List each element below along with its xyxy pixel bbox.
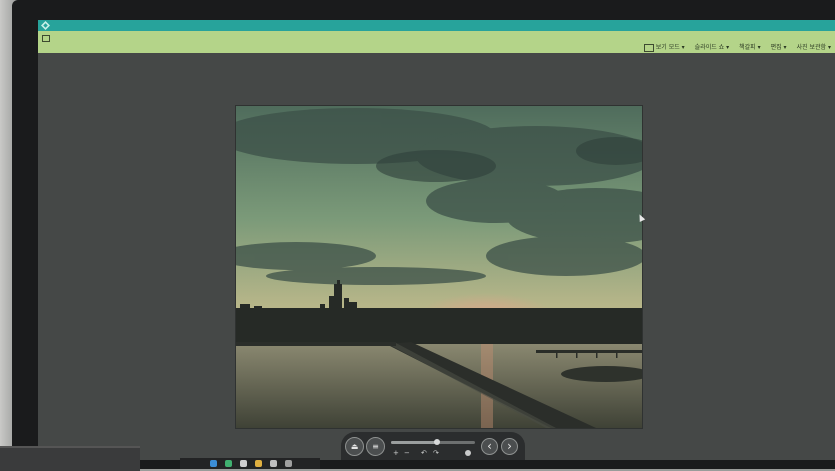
monitor-stand [0,446,140,471]
taskbar-app-icon[interactable] [240,460,247,467]
menu-view-mode[interactable]: 보기 모드 [643,43,685,53]
photo-viewer-image[interactable] [235,105,643,429]
taskbar-app-icon[interactable] [285,460,292,467]
app-logo-icon [41,21,50,30]
menu-button[interactable]: ≡ [366,437,385,456]
monitor-screen: 보기 모드 슬라이드 쇼 책갈피 편집 사진 보관함 [38,20,835,460]
eject-button[interactable]: ⏏ [345,437,364,456]
taskbar-app-icon[interactable] [225,460,232,467]
rotate-right-button[interactable]: ↷ [433,449,439,458]
fit-toggle[interactable] [465,450,471,456]
menu-bar: 보기 모드 슬라이드 쇼 책갈피 편집 사진 보관함 [38,31,835,53]
menu-bookmark[interactable]: 책갈피 [739,43,760,53]
previous-button[interactable]: ‹ [481,438,498,455]
menu-photo-library[interactable]: 사진 보관함 [797,43,831,53]
folder-icon [42,35,50,42]
viewer-toolbar: ⏏ ≡ + − ↶ ↷ ‹ › [341,432,525,460]
zoom-in-button[interactable]: + [393,449,399,458]
home-button[interactable] [42,34,52,44]
os-taskbar [180,458,320,469]
app-titlebar[interactable] [38,20,835,31]
zoom-out-button[interactable]: − [404,449,410,458]
taskbar-app-icon[interactable] [270,460,277,467]
zoom-slider-handle[interactable] [434,439,441,445]
taskbar-app-icon[interactable] [255,460,262,467]
menu-slideshow[interactable]: 슬라이드 쇼 [695,43,729,53]
menu-list: 보기 모드 슬라이드 쇼 책갈피 편집 사진 보관함 [643,43,831,53]
next-button[interactable]: › [501,438,518,455]
menu-edit[interactable]: 편집 [771,43,787,53]
zoom-slider[interactable] [391,439,475,445]
fullscreen-icon [643,43,654,52]
sunset-city-river-photo [236,106,642,428]
taskbar-app-icon[interactable] [210,460,217,467]
rotate-left-button[interactable]: ↶ [421,449,427,458]
zoom-slider-fill [391,441,438,444]
